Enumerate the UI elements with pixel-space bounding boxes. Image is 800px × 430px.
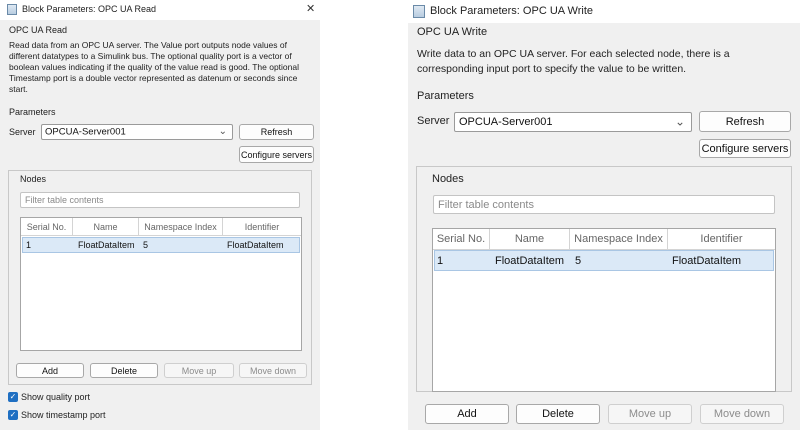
table-row[interactable]: 1 FloatDataItem 5 FloatDataItem bbox=[434, 250, 774, 271]
title-bar: Block Parameters: OPC UA Read ✕ bbox=[0, 0, 320, 20]
cell-namespace: 5 bbox=[575, 254, 582, 267]
cell-identifier: FloatDataItem bbox=[672, 254, 742, 267]
server-select-value: OPCUA-Server001 bbox=[45, 126, 126, 138]
checkbox-checked-icon: ✓ bbox=[8, 392, 18, 402]
checkbox-checked-icon: ✓ bbox=[8, 410, 18, 420]
cell-name: FloatDataItem bbox=[78, 240, 135, 250]
window-title: Block Parameters: OPC UA Write bbox=[430, 5, 594, 17]
configure-servers-button[interactable]: Configure servers bbox=[699, 139, 791, 158]
refresh-button[interactable]: Refresh bbox=[239, 124, 314, 140]
column-header-serial[interactable]: Serial No. bbox=[21, 218, 73, 235]
delete-button[interactable]: Delete bbox=[516, 404, 600, 424]
move-down-button[interactable]: Move down bbox=[239, 363, 307, 378]
dialog-description: Write data to an OPC UA server. For each… bbox=[417, 48, 730, 75]
cell-identifier: FloatDataItem bbox=[227, 240, 284, 250]
column-header-name[interactable]: Name bbox=[73, 218, 139, 235]
server-select[interactable]: OPCUA-Server001 ⌄ bbox=[454, 112, 692, 132]
column-header-identifier[interactable]: Identifier bbox=[223, 218, 301, 235]
simulink-block-icon bbox=[413, 5, 425, 18]
parameters-label: Parameters bbox=[9, 107, 56, 117]
nodes-table: Serial No. Name Namespace Index Identifi… bbox=[20, 217, 302, 351]
configure-servers-button[interactable]: Configure servers bbox=[239, 146, 314, 163]
cell-name: FloatDataItem bbox=[495, 254, 565, 267]
filter-table-input[interactable]: Filter table contents bbox=[433, 195, 775, 214]
show-timestamp-port-checkbox[interactable]: ✓ Show timestamp port bbox=[8, 409, 106, 421]
dialog-description: Read data from an OPC UA server. The Val… bbox=[9, 40, 299, 94]
show-quality-port-checkbox[interactable]: ✓ Show quality port bbox=[8, 391, 90, 403]
delete-button[interactable]: Delete bbox=[90, 363, 158, 378]
cell-namespace: 5 bbox=[143, 240, 149, 250]
server-label: Server bbox=[9, 127, 36, 137]
column-header-namespace[interactable]: Namespace Index bbox=[139, 218, 223, 235]
opc-ua-read-dialog: Block Parameters: OPC UA Read ✕ OPC UA R… bbox=[0, 0, 320, 430]
filter-placeholder: Filter table contents bbox=[438, 198, 534, 211]
nodes-label: Nodes bbox=[20, 174, 47, 184]
table-row[interactable]: 1 FloatDataItem 5 FloatDataItem bbox=[22, 237, 300, 253]
chevron-down-icon: ⌄ bbox=[218, 125, 227, 137]
column-header-identifier[interactable]: Identifier bbox=[668, 229, 775, 249]
add-button[interactable]: Add bbox=[425, 404, 509, 424]
chevron-down-icon: ⌄ bbox=[674, 114, 685, 129]
table-header: Serial No. Name Namespace Index Identifi… bbox=[21, 218, 301, 236]
refresh-button[interactable]: Refresh bbox=[699, 111, 791, 132]
move-down-button[interactable]: Move down bbox=[700, 404, 784, 424]
column-header-namespace[interactable]: Namespace Index bbox=[570, 229, 668, 249]
add-button[interactable]: Add bbox=[16, 363, 84, 378]
dialog-heading: OPC UA Read bbox=[9, 25, 68, 35]
title-bar: Block Parameters: OPC UA Write bbox=[408, 0, 800, 23]
show-quality-port-label: Show quality port bbox=[21, 392, 91, 402]
opc-ua-write-dialog: Block Parameters: OPC UA Write OPC UA Wr… bbox=[408, 0, 800, 430]
window-title: Block Parameters: OPC UA Read bbox=[22, 4, 157, 14]
move-up-button[interactable]: Move up bbox=[164, 363, 234, 378]
cell-serial: 1 bbox=[437, 254, 444, 267]
column-header-name[interactable]: Name bbox=[490, 229, 570, 249]
table-header: Serial No. Name Namespace Index Identifi… bbox=[433, 229, 775, 250]
nodes-label: Nodes bbox=[432, 173, 464, 185]
filter-placeholder: Filter table contents bbox=[25, 195, 104, 205]
filter-table-input[interactable]: Filter table contents bbox=[20, 192, 300, 208]
parameters-label: Parameters bbox=[417, 90, 474, 102]
close-icon[interactable]: ✕ bbox=[306, 4, 315, 15]
dialog-heading: OPC UA Write bbox=[417, 26, 488, 38]
server-select-value: OPCUA-Server001 bbox=[459, 116, 553, 128]
move-up-button[interactable]: Move up bbox=[608, 404, 692, 424]
server-label: Server bbox=[417, 115, 450, 127]
simulink-block-icon bbox=[7, 4, 17, 15]
column-header-serial[interactable]: Serial No. bbox=[433, 229, 490, 249]
server-select[interactable]: OPCUA-Server001 ⌄ bbox=[41, 124, 233, 140]
cell-serial: 1 bbox=[26, 240, 32, 250]
nodes-table: Serial No. Name Namespace Index Identifi… bbox=[432, 228, 776, 392]
show-timestamp-port-label: Show timestamp port bbox=[21, 410, 106, 420]
